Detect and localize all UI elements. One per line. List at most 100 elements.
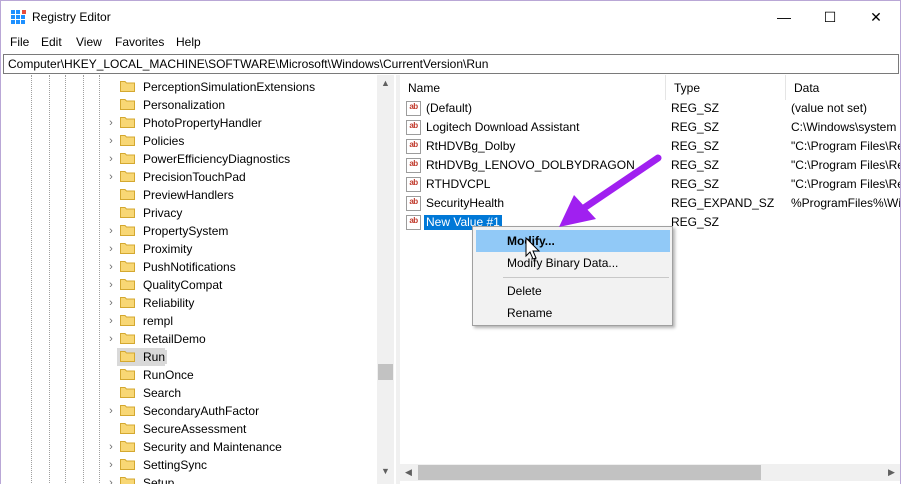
value-data: "C:\Program Files\Re — [791, 158, 900, 172]
folder-icon — [120, 135, 135, 146]
value-type: REG_SZ — [671, 158, 720, 172]
value-name: SecurityHealth — [426, 196, 505, 210]
tree-item[interactable]: › rempl — [1, 312, 377, 330]
value-type: REG_SZ — [671, 139, 720, 153]
chevron-right-icon[interactable]: › — [105, 134, 117, 148]
value-data: "C:\Program Files\Re — [791, 177, 900, 191]
tree-item-label: Reliability — [143, 296, 195, 310]
tree-item[interactable]: › PropertySystem — [1, 222, 377, 240]
value-data: C:\Windows\system — [791, 120, 897, 134]
tree-item[interactable]: › Policies — [1, 132, 377, 150]
tree-item[interactable]: Search — [1, 384, 377, 402]
tree-item[interactable]: › PrecisionTouchPad — [1, 168, 377, 186]
value-type: REG_SZ — [671, 120, 720, 134]
tree-item[interactable]: › QualityCompat — [1, 276, 377, 294]
chevron-right-icon[interactable]: › — [105, 404, 117, 418]
tree-item-label: SecondaryAuthFactor — [143, 404, 260, 418]
chevron-right-icon[interactable]: › — [105, 314, 117, 328]
chevron-right-icon[interactable]: › — [105, 242, 117, 256]
tree-item[interactable]: › RetailDemo — [1, 330, 377, 348]
maximize-button[interactable]: ☐ — [807, 1, 853, 33]
tree-item[interactable]: › PushNotifications — [1, 258, 377, 276]
string-value-icon: ab — [406, 215, 421, 230]
chevron-right-icon[interactable]: › — [105, 170, 117, 184]
tree-scroll-thumb[interactable] — [378, 364, 393, 380]
menu-edit[interactable]: Edit — [41, 35, 62, 49]
chevron-right-icon[interactable]: › — [105, 476, 117, 484]
close-icon: ✕ — [870, 8, 882, 25]
list-horizontal-scrollbar[interactable]: ◀ ▶ — [400, 464, 900, 481]
tree-item[interactable]: PreviewHandlers — [1, 186, 377, 204]
chevron-right-icon[interactable]: › — [105, 440, 117, 454]
minimize-button[interactable]: — — [761, 1, 807, 33]
tree-item[interactable]: Personalization — [1, 96, 377, 114]
folder-icon — [120, 387, 135, 398]
chevron-right-icon[interactable]: › — [105, 296, 117, 310]
menu-view[interactable]: View — [76, 35, 102, 49]
tree-item[interactable]: › SettingSync — [1, 456, 377, 474]
chevron-right-icon[interactable]: › — [105, 458, 117, 472]
value-row[interactable]: ab RtHDVBg_Dolby REG_SZ "C:\Program Files\R… — [400, 137, 900, 156]
chevron-right-icon[interactable]: › — [105, 260, 117, 274]
value-type: REG_EXPAND_SZ — [671, 196, 775, 210]
folder-icon — [120, 279, 135, 290]
scroll-down-icon[interactable]: ▼ — [377, 463, 394, 480]
chevron-right-icon[interactable]: › — [105, 278, 117, 292]
tree-item[interactable]: › Setup — [1, 474, 377, 484]
column-header-name[interactable]: Name — [400, 75, 666, 100]
menu-favorites[interactable]: Favorites — [115, 35, 164, 49]
tree-vertical-scrollbar[interactable]: ▲ ▼ — [377, 75, 394, 484]
tree-item-label: Setup — [143, 476, 175, 484]
folder-icon — [120, 351, 135, 362]
value-row[interactable]: ab RtHDVBg_LENOVO_DOLBYDRAGON REG_SZ "C:\Pr… — [400, 156, 900, 175]
menu-help[interactable]: Help — [176, 35, 201, 49]
value-data: (value not set) — [791, 101, 868, 115]
column-header-data[interactable]: Data — [786, 75, 900, 100]
chevron-right-icon[interactable]: › — [105, 116, 117, 130]
close-button[interactable]: ✕ — [853, 1, 899, 33]
context-menu-rename[interactable]: Rename — [476, 302, 670, 324]
scroll-up-icon[interactable]: ▲ — [377, 75, 394, 92]
value-row[interactable]: ab SecurityHealth REG_EXPAND_SZ %ProgramFil… — [400, 194, 900, 213]
tree-item[interactable]: SecureAssessment — [1, 420, 377, 438]
tree-item[interactable]: › PowerEfficiencyDiagnostics — [1, 150, 377, 168]
tree-item[interactable]: RunOnce — [1, 366, 377, 384]
maximize-icon: ☐ — [823, 8, 837, 25]
folder-icon — [120, 261, 135, 272]
value-name: RTHDVCPL — [426, 177, 491, 191]
tree-item-label: PowerEfficiencyDiagnostics — [143, 152, 291, 166]
value-row[interactable]: ab Logitech Download Assistant REG_SZ C:\Wi… — [400, 118, 900, 137]
string-value-icon: ab — [406, 101, 421, 116]
address-bar[interactable]: Computer\HKEY_LOCAL_MACHINE\SOFTWARE\Mic… — [3, 54, 899, 74]
list-scroll-thumb[interactable] — [418, 465, 761, 480]
tree-item[interactable]: › Reliability — [1, 294, 377, 312]
context-menu-delete[interactable]: Delete — [476, 280, 670, 302]
tree-item[interactable]: › SecondaryAuthFactor — [1, 402, 377, 420]
tree-item[interactable]: › Security and Maintenance — [1, 438, 377, 456]
tree-item-label: Policies — [143, 134, 185, 148]
menu-file[interactable]: File — [10, 35, 29, 49]
scroll-left-icon[interactable]: ◀ — [400, 464, 417, 481]
folder-icon — [120, 99, 135, 110]
chevron-right-icon[interactable]: › — [105, 152, 117, 166]
chevron-right-icon[interactable]: › — [105, 224, 117, 238]
context-menu-modify[interactable]: Modify... — [476, 230, 670, 252]
folder-icon — [120, 459, 135, 470]
registry-editor-window: Registry Editor — ☐ ✕ File Edit View Fav… — [0, 0, 901, 484]
chevron-right-icon[interactable]: › — [105, 332, 117, 346]
tree-item[interactable]: Privacy — [1, 204, 377, 222]
value-row[interactable]: ab (Default) REG_SZ (value not set) — [400, 99, 900, 118]
tree-item-label: rempl — [143, 314, 174, 328]
column-header-type[interactable]: Type — [666, 75, 786, 100]
tree-item[interactable]: › Proximity — [1, 240, 377, 258]
context-menu-modify-binary[interactable]: Modify Binary Data... — [476, 252, 670, 274]
tree-item[interactable]: PerceptionSimulationExtensions — [1, 78, 377, 96]
folder-icon — [120, 153, 135, 164]
scroll-right-icon[interactable]: ▶ — [883, 464, 900, 481]
folder-icon — [120, 171, 135, 182]
tree-item[interactable]: › PhotoPropertyHandler — [1, 114, 377, 132]
value-row[interactable]: ab RTHDVCPL REG_SZ "C:\Program Files\Re — [400, 175, 900, 194]
string-value-icon: ab — [406, 196, 421, 211]
tree-item[interactable]: Run — [1, 348, 377, 366]
tree-item-label: RetailDemo — [143, 332, 206, 346]
